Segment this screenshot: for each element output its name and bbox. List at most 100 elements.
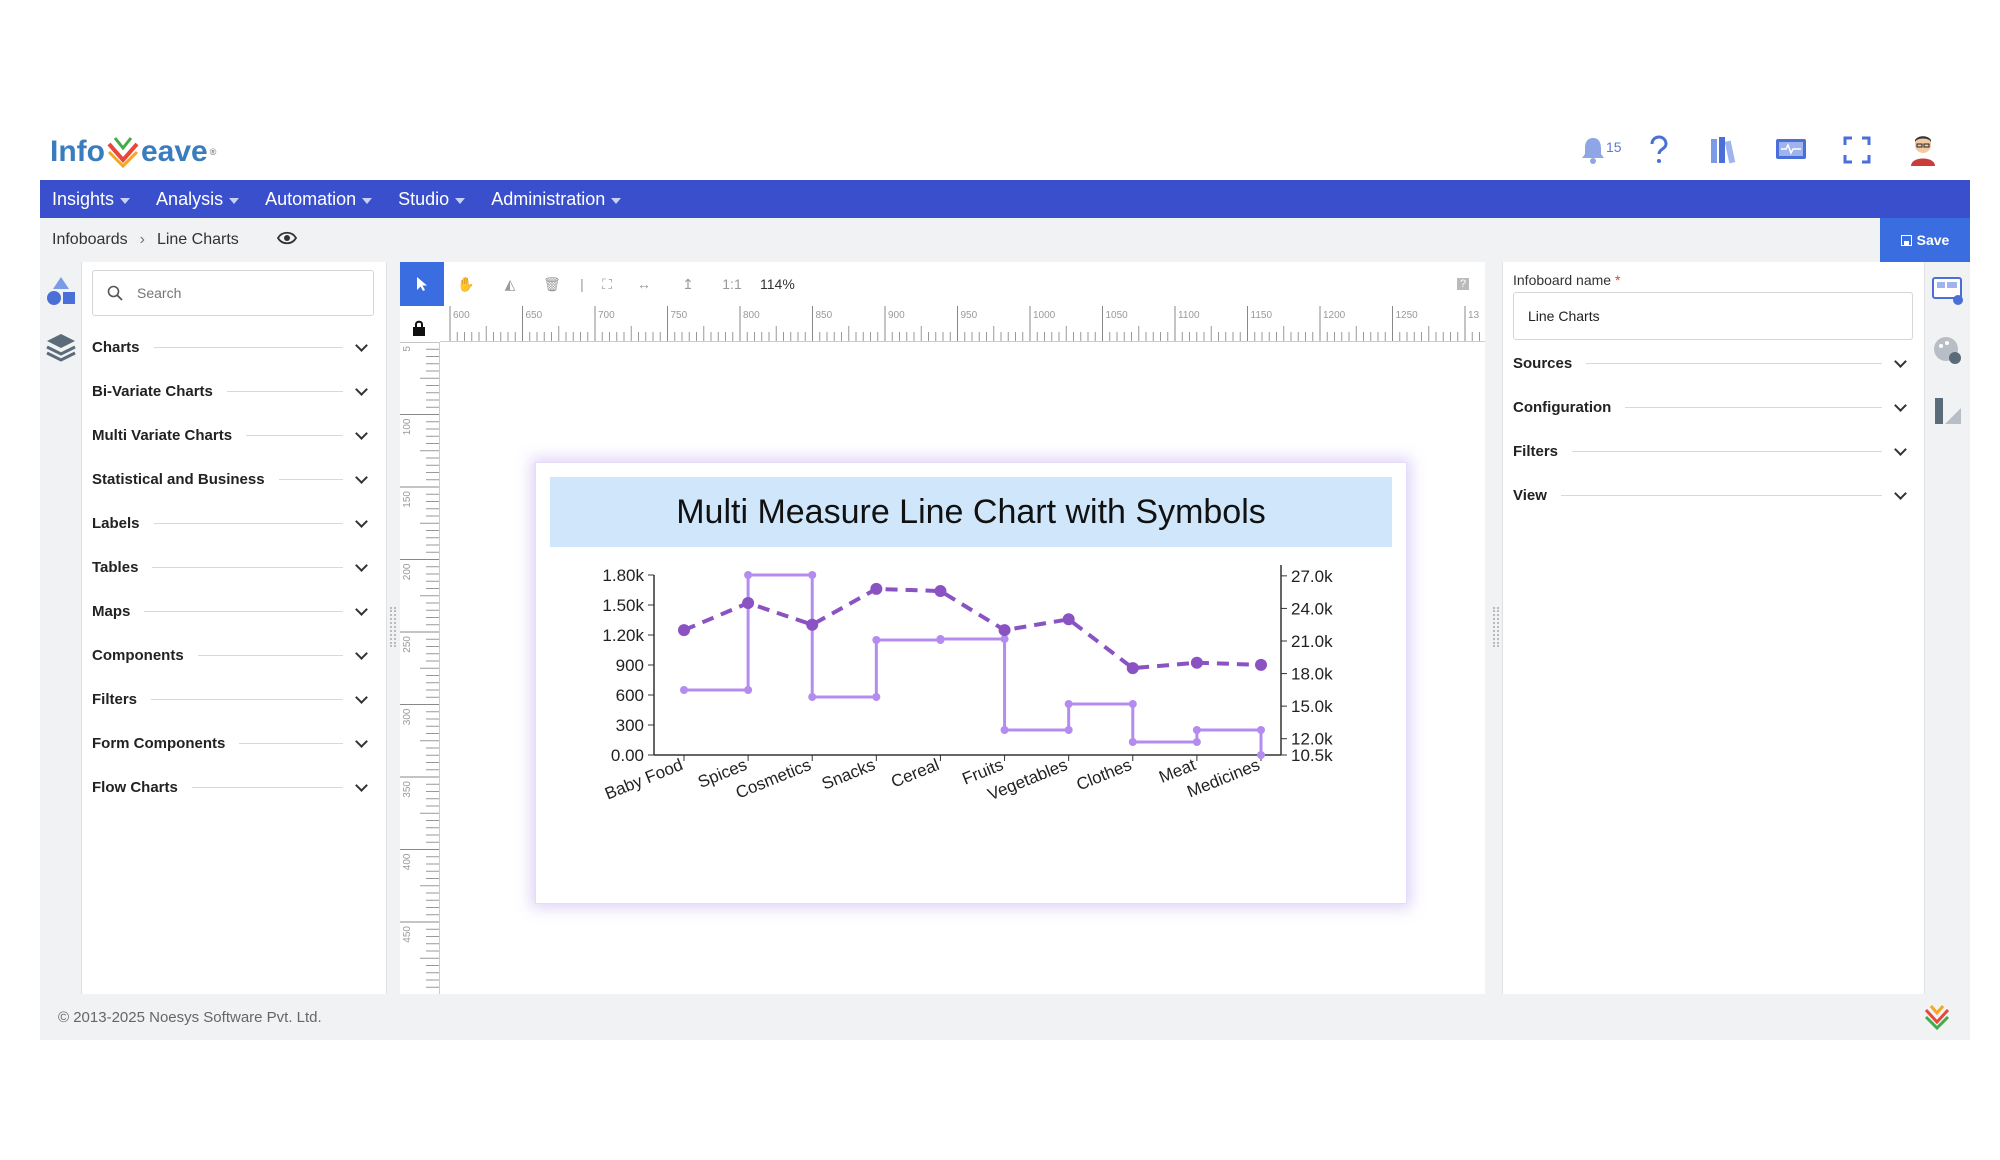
ruler-label: 300 <box>402 708 413 725</box>
series-step-point <box>1000 726 1009 734</box>
nav-automation[interactable]: Automation <box>265 188 373 210</box>
divider <box>191 786 343 788</box>
ruler-label: 1000 <box>1033 310 1056 321</box>
pan-tool[interactable]: ✋ <box>444 262 488 306</box>
search-icon <box>107 285 123 301</box>
arrow-up-icon: ↥ <box>682 275 694 292</box>
section-flow-charts[interactable]: Flow Charts <box>92 770 374 804</box>
section-tables[interactable]: Tables <box>92 550 374 584</box>
arrows-horizontal-icon: ↔ <box>637 276 651 292</box>
footer-logo-icon <box>1924 1004 1950 1031</box>
breadcrumb-root[interactable]: Infoboards <box>52 231 128 249</box>
section-view[interactable]: View <box>1513 478 1913 512</box>
eye-icon[interactable] <box>276 231 297 250</box>
y-right-tick-label: 15.0k <box>1291 697 1333 716</box>
section-label: Sources <box>1513 354 1573 372</box>
left-rail <box>40 262 82 994</box>
series-step-point <box>872 693 881 701</box>
workspace: Charts Bi-Variate Charts Multi Variate C… <box>40 262 1970 994</box>
nav-automation-label: Automation <box>265 188 357 209</box>
ruler-label: 750 <box>671 310 688 321</box>
notification-bell-icon[interactable]: 15 <box>1576 133 1622 167</box>
logo-registered-mark: ® <box>209 147 217 157</box>
help-icon[interactable] <box>1642 133 1676 167</box>
section-labels[interactable]: Labels <box>92 506 374 540</box>
series-step-point <box>808 571 817 579</box>
monitor-icon[interactable] <box>1774 133 1808 167</box>
help-tool[interactable]: ? <box>1441 262 1485 306</box>
chevron-down-icon <box>355 470 368 484</box>
save-button[interactable]: Save <box>1880 218 1970 262</box>
section-charts[interactable]: Charts <box>92 330 374 364</box>
infoboard-name-field[interactable]: Line Charts <box>1513 292 1913 340</box>
section-sources[interactable]: Sources <box>1513 346 1913 380</box>
caret-down-icon <box>611 197 622 204</box>
section-multivariate-charts[interactable]: Multi Variate Charts <box>92 418 374 452</box>
canvas-toolbar: ✋ ◭ 🗑 | ⛶ ↔ ↥ 1:1 114% ? <box>400 262 1485 306</box>
series-dashed-point <box>806 618 819 631</box>
actual-size-tool[interactable]: 1:1 <box>710 262 754 306</box>
library-icon[interactable] <box>1708 133 1742 167</box>
fit-width-tool[interactable]: ↔ <box>622 262 666 306</box>
palette-icon[interactable] <box>1931 334 1965 368</box>
section-filters[interactable]: Filters <box>1513 434 1913 468</box>
divider <box>1560 494 1882 496</box>
nav-insights[interactable]: Insights <box>52 188 131 210</box>
ruler-label: 800 <box>743 310 760 321</box>
chevron-down-icon <box>1894 486 1907 500</box>
select-tool[interactable] <box>400 262 444 306</box>
cursor-icon <box>417 277 427 291</box>
shapes-icon[interactable] <box>44 274 78 308</box>
chevron-down-icon <box>355 690 368 704</box>
dashboard-settings-icon[interactable] <box>1931 274 1965 308</box>
y-right-tick-label: 12.0k <box>1291 730 1333 749</box>
fit-tool[interactable]: ⛶ <box>592 262 622 306</box>
section-form-components[interactable]: Form Components <box>92 726 374 760</box>
nav-studio[interactable]: Studio <box>398 189 466 210</box>
section-statistical-business[interactable]: Statistical and Business <box>92 462 374 496</box>
section-filters[interactable]: Filters <box>92 682 374 716</box>
delete-tool[interactable]: 🗑 <box>532 262 572 306</box>
shapes-tool[interactable]: ◭ <box>488 262 532 306</box>
fit-height-tool[interactable]: ↥ <box>666 262 710 306</box>
series-step-point <box>1128 738 1137 746</box>
user-avatar[interactable] <box>1906 133 1940 167</box>
divider <box>144 610 343 612</box>
section-label: Configuration <box>1513 398 1612 416</box>
search-box[interactable] <box>92 270 374 316</box>
section-configuration[interactable]: Configuration <box>1513 390 1913 424</box>
nav-administration-label: Administration <box>491 188 606 209</box>
app-logo[interactable]: Info eave ® <box>50 132 216 172</box>
series-step-point <box>1064 700 1073 708</box>
section-components[interactable]: Components <box>92 638 374 672</box>
left-resize-handle[interactable] <box>390 607 396 647</box>
infoboard-name-label: Infoboard name * <box>1513 272 1620 288</box>
theme-brush-icon[interactable] <box>1931 394 1965 428</box>
chevron-down-icon <box>355 514 368 528</box>
lock-icon[interactable] <box>412 320 426 341</box>
series-dashed-point <box>1255 658 1267 671</box>
series-dashed-line <box>683 586 1262 671</box>
series-dashed-point <box>870 582 883 595</box>
series-step-point <box>680 686 688 694</box>
ruler-label: 1150 <box>1251 310 1273 321</box>
series-step-point <box>808 693 817 701</box>
chevron-down-icon <box>355 646 368 660</box>
ruler-label: 5 <box>402 346 413 352</box>
search-input[interactable] <box>137 285 337 301</box>
ruler-label: 200 <box>402 563 413 580</box>
series-step-point <box>1192 738 1201 746</box>
chart-widget[interactable]: Multi Measure Line Chart with Symbols 0.… <box>535 462 1407 904</box>
nav-administration[interactable]: Administration <box>491 188 622 210</box>
y-left-tick-label: 1.20k <box>602 626 644 645</box>
fullscreen-icon[interactable] <box>1840 133 1874 167</box>
nav-insights-label: Insights <box>52 188 115 209</box>
ruler-vertical: 510015020025030035040045050 <box>400 342 440 994</box>
breadcrumb-current: Line Charts <box>156 231 239 248</box>
section-maps[interactable]: Maps <box>92 594 374 628</box>
nav-analysis[interactable]: Analysis <box>156 189 240 210</box>
section-bivariate-charts[interactable]: Bi-Variate Charts <box>92 374 374 408</box>
layers-icon[interactable] <box>44 330 78 364</box>
right-resize-handle[interactable] <box>1493 607 1499 647</box>
x-tick-label: Medicines <box>1184 755 1262 801</box>
